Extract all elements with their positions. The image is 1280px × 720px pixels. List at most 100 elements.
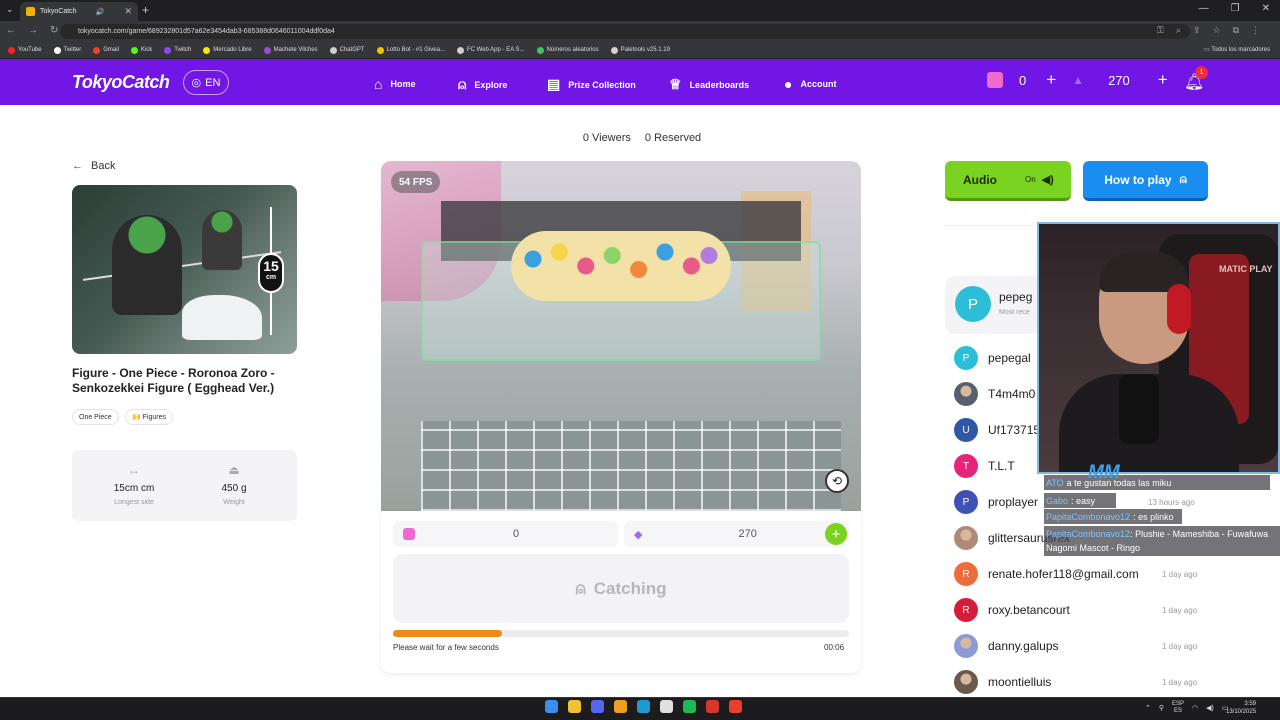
taskbar-app-icon[interactable]	[568, 700, 581, 713]
system-clock[interactable]: 3:59 13/10/2025	[1226, 700, 1256, 716]
taskbar-app-icon[interactable]	[545, 700, 558, 713]
bookmark-mercado-libre[interactable]: Mercado Libre	[203, 46, 252, 54]
player-time: 1 day ago	[1162, 678, 1198, 687]
gem-balance: 270	[1108, 72, 1130, 88]
add-gems-button[interactable]: +	[825, 523, 847, 545]
leaderboard-row[interactable]: T T.L.T	[954, 454, 1015, 478]
all-bookmarks[interactable]: ▭ Todos los marcadores	[1204, 46, 1270, 53]
bookmark-star-icon[interactable]: ☆	[1212, 25, 1220, 36]
tokyocatch-favicon-icon	[26, 7, 35, 16]
menu-icon[interactable]: ⋮	[1251, 25, 1260, 36]
bookmark-youtube[interactable]: YouTube	[8, 46, 42, 54]
nav-prize-collection[interactable]: ▤ Prize Collection	[547, 76, 636, 93]
add-gems-button[interactable]: +	[1158, 70, 1168, 90]
bookmark-numeros[interactable]: Números aleatorios	[536, 46, 599, 54]
bookmark-fc-web-app[interactable]: FC Web App - EA S...	[456, 46, 525, 54]
leaderboard-row[interactable]: Pproplayer	[954, 490, 1038, 514]
size-badge: 15 cm	[258, 253, 284, 293]
extensions-icon[interactable]: ⧉	[1233, 25, 1239, 36]
chair-brand: MATIC PLAY	[1219, 264, 1273, 274]
chat-message: PapitaCombonavo12: es plinko	[1044, 509, 1182, 524]
share-icon[interactable]: ⇪	[1193, 25, 1201, 36]
leaderboard-row[interactable]: Rroxy.betancourt	[954, 598, 1070, 622]
taskbar-app-icon[interactable]	[683, 700, 696, 713]
close-window-button[interactable]: ✕	[1262, 3, 1270, 14]
maximize-button[interactable]: ❐	[1231, 3, 1240, 14]
taskbar-app-icon[interactable]	[660, 700, 673, 713]
back-arrow-icon[interactable]: ←	[6, 25, 16, 36]
url-tools: ⚿ ⌕ ⇪ ☆ ⧉ ⋮	[1157, 25, 1260, 36]
language-label: EN	[205, 76, 221, 89]
viewers-count: 0 Viewers	[582, 132, 631, 144]
new-tab-button[interactable]: +	[142, 3, 149, 17]
taskbar-app-icon[interactable]	[614, 700, 627, 713]
fps-badge: 54 FPS	[391, 171, 441, 193]
reload-icon[interactable]: ↻	[50, 25, 58, 36]
spec-longest-side: ↔ 15cm cm Longest side	[78, 463, 190, 506]
chevron-up-icon[interactable]: ⌃	[1145, 704, 1151, 712]
ticket-balance-box: 0	[393, 521, 618, 547]
leaderboard-row[interactable]: Ppepegal	[954, 346, 1031, 370]
tag-figures[interactable]: 🙌 Figures	[125, 409, 174, 425]
claw-icon: ⍝	[1179, 172, 1187, 186]
catch-button[interactable]: ⍝ Catching	[393, 554, 849, 623]
language-indicator[interactable]: ESP ES	[1172, 701, 1184, 715]
bookmark-gmail[interactable]: Gmail	[93, 46, 119, 54]
bookmark-machete[interactable]: Machete Vilches	[263, 46, 318, 54]
tag-one-piece[interactable]: One Piece	[72, 409, 119, 425]
claw-icon: ⍝	[575, 578, 586, 598]
avatar: T	[954, 454, 978, 478]
taskbar-app-icon[interactable]	[637, 700, 650, 713]
bookmark-twitter[interactable]: Twitter	[53, 46, 81, 54]
bookmark-kick[interactable]: Kick	[130, 46, 152, 54]
nav-home[interactable]: ⌂ Home	[374, 76, 415, 92]
bookmark-chatgpt[interactable]: ChatGPT	[329, 46, 365, 54]
leaderboard-row[interactable]: danny.galups	[954, 634, 1059, 658]
avatar: P	[955, 286, 991, 322]
leaderboard-row[interactable]: T4m4m0	[954, 382, 1035, 406]
add-tickets-button[interactable]: +	[1046, 70, 1056, 90]
nav-explore[interactable]: ⍝ Explore	[458, 76, 507, 93]
back-button[interactable]: ← Back	[72, 160, 115, 172]
audio-state: On	[1025, 175, 1036, 184]
user-icon: ●	[784, 76, 793, 92]
language-selector[interactable]: ◎ EN	[183, 70, 229, 95]
leaderboard-row[interactable]: U Uf173715	[954, 418, 1040, 442]
zoro-figure-small-shape	[202, 210, 242, 270]
tab-search-icon[interactable]: ⌄	[6, 4, 14, 15]
url-input[interactable]: tokyocatch.com/game/689232801d57a62e3454…	[60, 24, 1190, 39]
taskbar-app-icon[interactable]	[729, 700, 742, 713]
volume-icon[interactable]: ◀)	[1206, 704, 1214, 712]
reserved-count: 0 Reserved	[644, 132, 702, 144]
forward-arrow-icon[interactable]: →	[28, 25, 38, 36]
location-icon[interactable]: ⚲	[1159, 704, 1164, 712]
nav-leaderboards[interactable]: ♕ Leaderboards	[669, 76, 749, 93]
taskbar-app-icon[interactable]	[591, 700, 604, 713]
numbers-icon	[536, 46, 544, 54]
browser-tab[interactable]: TokyoCatch 🔊 ✕	[20, 2, 138, 21]
minimize-button[interactable]: —	[1199, 3, 1209, 14]
streamer-webcam: MATIC PLAY	[1037, 222, 1280, 474]
leaderboard-row[interactable]: moontielluis	[954, 670, 1051, 694]
player-name: danny.galups	[988, 639, 1059, 653]
how-to-play-button[interactable]: How to play ⍝	[1083, 161, 1208, 201]
wifi-icon[interactable]: ◠	[1192, 704, 1198, 712]
player-name: T.L.T	[988, 459, 1015, 473]
camera-switch-icon[interactable]: ⟲	[825, 469, 849, 493]
spec-weight: ⏏ 450 g Weight	[178, 463, 290, 506]
zoom-icon[interactable]: ⌕	[1176, 25, 1181, 36]
tab-close-icon[interactable]: ✕	[124, 6, 132, 17]
password-key-icon[interactable]: ⚿	[1157, 25, 1164, 36]
audio-toggle-button[interactable]: Audio On ◀)	[945, 161, 1071, 201]
globe-icon	[610, 46, 618, 54]
nav-account[interactable]: ● Account	[784, 76, 836, 92]
globe-icon: ◎	[191, 77, 202, 89]
leaderboard-row[interactable]: Rrenate.hofer118@gmail.com	[954, 562, 1139, 586]
bookmark-paletools[interactable]: Paletools v25.1.19	[610, 46, 670, 54]
tokyocatch-logo[interactable]: TokyoCatch	[72, 72, 170, 93]
bookmark-lotto-bot[interactable]: Lotto Bot - #1 Givea...	[376, 46, 445, 54]
tab-audio-icon[interactable]: 🔊	[96, 8, 105, 16]
notification-badge: 1	[1195, 66, 1208, 79]
bookmark-twitch[interactable]: Twitch	[164, 46, 191, 54]
taskbar-app-icon[interactable]	[706, 700, 719, 713]
